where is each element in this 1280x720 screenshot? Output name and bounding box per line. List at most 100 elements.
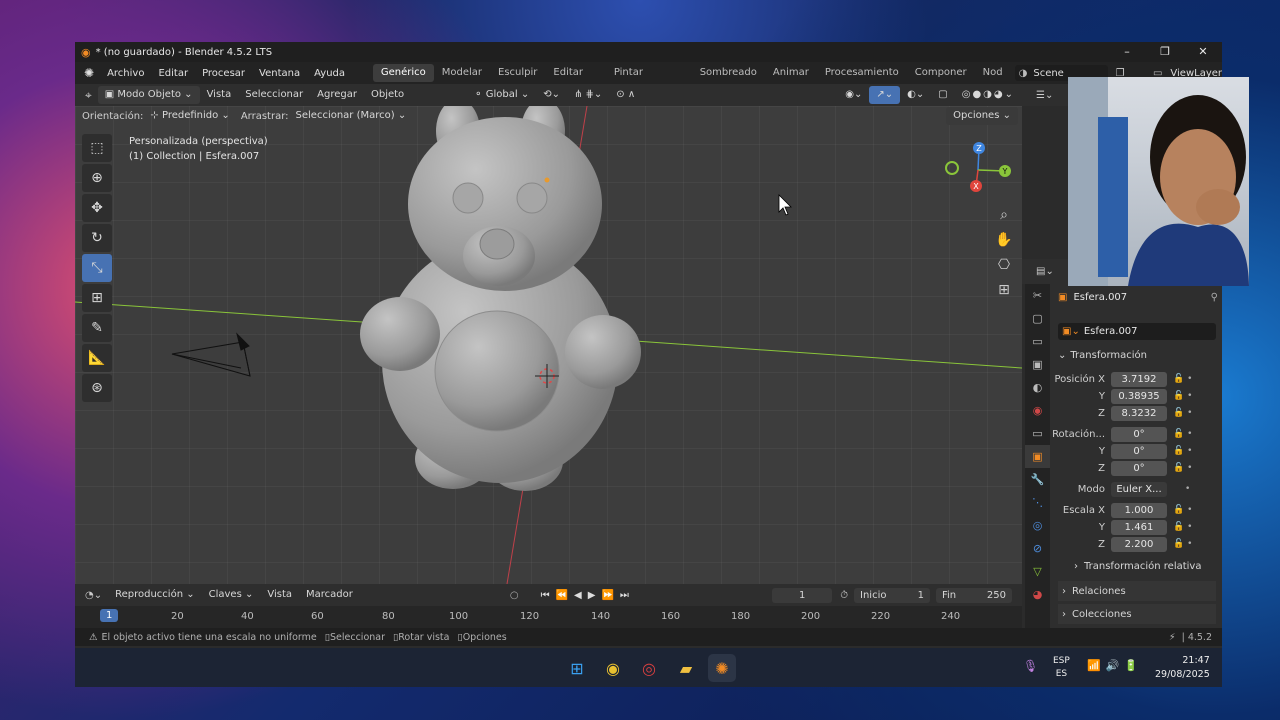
menu-vista[interactable]: Vista bbox=[200, 86, 239, 104]
record-icon[interactable]: ○ bbox=[510, 590, 519, 601]
transform-panel-header[interactable]: ⌄ Transformación bbox=[1058, 346, 1216, 364]
navigation-gizmo[interactable]: Z Y X bbox=[945, 142, 1011, 192]
tab-esculpir[interactable]: Esculpir bbox=[490, 64, 545, 82]
select-box-tool-icon[interactable]: ⬚ bbox=[82, 134, 112, 162]
particles-tab-icon[interactable]: ⋱ bbox=[1025, 491, 1050, 514]
pivot-icon[interactable]: ⟲⌄ bbox=[536, 86, 567, 104]
menu-procesar[interactable]: Procesar bbox=[195, 68, 252, 79]
lock-icon[interactable]: 🔓 • bbox=[1173, 391, 1192, 401]
lock-icon[interactable]: 🔓 • bbox=[1173, 408, 1192, 418]
rotation-mode-dropdown[interactable]: Euler X... ⌄ bbox=[1111, 481, 1167, 510]
position-y-field[interactable]: 0.38935 bbox=[1111, 388, 1167, 404]
lock-icon[interactable]: 🔓 • bbox=[1173, 505, 1192, 515]
relative-transform-subpanel[interactable]: › Transformación relativa bbox=[1074, 561, 1201, 572]
scale-y-field[interactable]: 1.461 bbox=[1111, 519, 1167, 535]
modifier-tab-icon[interactable]: 🔧 bbox=[1025, 468, 1050, 491]
timeline-editor-icon[interactable]: ◔⌄ bbox=[75, 590, 108, 601]
camera-view-icon[interactable]: ⎔ bbox=[992, 252, 1016, 277]
clock[interactable]: 21:47 29/08/2025 bbox=[1155, 654, 1210, 682]
lock-icon[interactable]: 🔓 • bbox=[1173, 374, 1192, 384]
tab-editar-uv[interactable]: Editar UV bbox=[545, 64, 605, 96]
tab-nodos[interactable]: Nod bbox=[975, 64, 1011, 82]
colecciones-panel[interactable]: › Colecciones bbox=[1058, 604, 1216, 624]
tab-sombreado[interactable]: Sombreado bbox=[692, 64, 765, 82]
scale-z-field[interactable]: 2.200 bbox=[1111, 536, 1167, 552]
view-layer-tab-icon[interactable]: ▣ bbox=[1025, 353, 1050, 376]
opciones-dropdown[interactable]: Opciones ⌄ bbox=[946, 107, 1018, 125]
annotate-tool-icon[interactable]: ✎ bbox=[82, 314, 112, 342]
relaciones-panel[interactable]: › Relaciones bbox=[1058, 581, 1216, 601]
scale-tool-icon[interactable]: ⤡ bbox=[82, 254, 112, 282]
transform-orientation-dropdown[interactable]: ⚬ Global ⌄ bbox=[467, 86, 536, 104]
menu-objeto[interactable]: Objeto bbox=[364, 86, 411, 104]
blender-menu-icon[interactable]: ✺ bbox=[75, 66, 100, 80]
rotate-tool-icon[interactable]: ↻ bbox=[82, 224, 112, 252]
tab-pintar-texturas[interactable]: Pintar texturas bbox=[606, 64, 692, 96]
gizmo-toggle-icon[interactable]: ↗⌄ bbox=[869, 86, 901, 104]
collection-tab-icon[interactable]: ▭ bbox=[1025, 422, 1050, 445]
shading-modes-icon[interactable]: ◎●◑◕⌄ bbox=[955, 86, 1022, 104]
blender-taskbar-icon[interactable]: ✺ bbox=[708, 654, 736, 682]
timeline-vista-menu[interactable]: Vista bbox=[260, 586, 299, 604]
move-tool-icon[interactable]: ✥ bbox=[82, 194, 112, 222]
minimize-button[interactable]: – bbox=[1108, 42, 1146, 62]
tab-procesamiento[interactable]: Procesamiento bbox=[817, 64, 907, 82]
menu-ayuda[interactable]: Ayuda bbox=[307, 68, 352, 79]
overlay-icon[interactable]: ◐⌄ bbox=[900, 86, 931, 104]
lock-icon[interactable]: 🔓 • bbox=[1173, 463, 1192, 473]
menu-archivo[interactable]: Archivo bbox=[100, 68, 151, 79]
object-datablock-field[interactable]: ▣⌄ Esfera.007 bbox=[1058, 323, 1216, 340]
windows-start-icon[interactable]: ⊞ bbox=[563, 654, 591, 682]
maximize-button[interactable]: ❐ bbox=[1146, 42, 1184, 62]
close-button[interactable]: ✕ bbox=[1184, 42, 1222, 62]
menu-ventana[interactable]: Ventana bbox=[252, 68, 307, 79]
snap-icon[interactable]: ⋔ ⋕⌄ bbox=[567, 86, 609, 104]
cursor-tool-icon[interactable]: ⊕ bbox=[82, 164, 112, 192]
data-tab-icon[interactable]: ▽ bbox=[1025, 560, 1050, 583]
camera-object[interactable] bbox=[171, 332, 251, 377]
menu-agregar[interactable]: Agregar bbox=[310, 86, 364, 104]
lock-icon[interactable]: 🔓 • bbox=[1173, 429, 1192, 439]
zoom-icon[interactable]: ⌕ bbox=[992, 202, 1016, 227]
mode-dropdown[interactable]: ▣ Modo Objeto ⌄ bbox=[97, 86, 200, 104]
output-tab-icon[interactable]: ▭ bbox=[1025, 330, 1050, 353]
file-explorer-icon[interactable]: ▰ bbox=[672, 654, 700, 682]
tab-animar[interactable]: Animar bbox=[765, 64, 817, 82]
render-tab-icon[interactable]: ▢ bbox=[1025, 307, 1050, 330]
marcador-menu[interactable]: Marcador bbox=[299, 586, 360, 604]
world-tab-icon[interactable]: ◉ bbox=[1025, 399, 1050, 422]
editor-type-icon[interactable]: ⌖ bbox=[75, 88, 98, 103]
rotation-y-field[interactable]: 0° bbox=[1111, 443, 1167, 459]
orientacion-dropdown[interactable]: ⊹ Predefinido ⌄ bbox=[143, 107, 236, 125]
pan-hand-icon[interactable]: ✋ bbox=[992, 227, 1016, 252]
tool-tab-icon[interactable]: ✂ bbox=[1025, 284, 1050, 307]
current-frame-marker[interactable]: 1 bbox=[100, 609, 119, 622]
stopwatch-icon[interactable]: ⏱ bbox=[840, 590, 848, 601]
lock-icon[interactable]: 🔓 • bbox=[1173, 539, 1192, 549]
scale-x-field[interactable]: 1.000 bbox=[1111, 502, 1167, 518]
constraints-tab-icon[interactable]: ⊘ bbox=[1025, 537, 1050, 560]
visibility-icon[interactable]: ◉⌄ bbox=[838, 86, 869, 104]
pin-icon[interactable]: ⚲ bbox=[1211, 292, 1218, 303]
menu-editar[interactable]: Editar bbox=[151, 68, 195, 79]
menu-seleccionar[interactable]: Seleccionar bbox=[238, 86, 310, 104]
current-frame-field[interactable]: 1 bbox=[772, 587, 833, 603]
object-tab-icon[interactable]: ▣ bbox=[1025, 445, 1050, 468]
rotation-x-field[interactable]: 0° bbox=[1111, 426, 1167, 442]
timeline-ruler[interactable]: 1 20 40 60 80 100 120 140 160 180 200 22… bbox=[75, 606, 1022, 628]
position-z-field[interactable]: 8.3232 bbox=[1111, 405, 1167, 421]
playback-controls[interactable]: ⏮⏪◀▶⏩⏭ bbox=[541, 590, 635, 601]
fin-field[interactable]: Fin 250 bbox=[936, 587, 1012, 603]
measure-tool-icon[interactable]: 📐 bbox=[82, 344, 112, 372]
arrastrar-dropdown[interactable]: Seleccionar (Marco) ⌄ bbox=[289, 107, 414, 125]
chrome-icon[interactable]: ◉ bbox=[599, 654, 627, 682]
lock-icon[interactable]: 🔓 • bbox=[1173, 446, 1192, 456]
scene-tab-icon[interactable]: ◐ bbox=[1025, 376, 1050, 399]
3d-viewport[interactable]: Z Y X Orientación: ⊹ Predefinido ⌄ Arras… bbox=[75, 106, 1022, 584]
transform-tool-icon[interactable]: ⊞ bbox=[82, 284, 112, 312]
rotation-z-field[interactable]: 0° bbox=[1111, 460, 1167, 476]
inicio-field[interactable]: Inicio 1 bbox=[854, 587, 930, 603]
xray-icon[interactable]: ▢ bbox=[931, 86, 954, 104]
reproduccion-menu[interactable]: Reproducción ⌄ bbox=[108, 586, 202, 604]
browser-icon[interactable]: ◎ bbox=[635, 654, 663, 682]
